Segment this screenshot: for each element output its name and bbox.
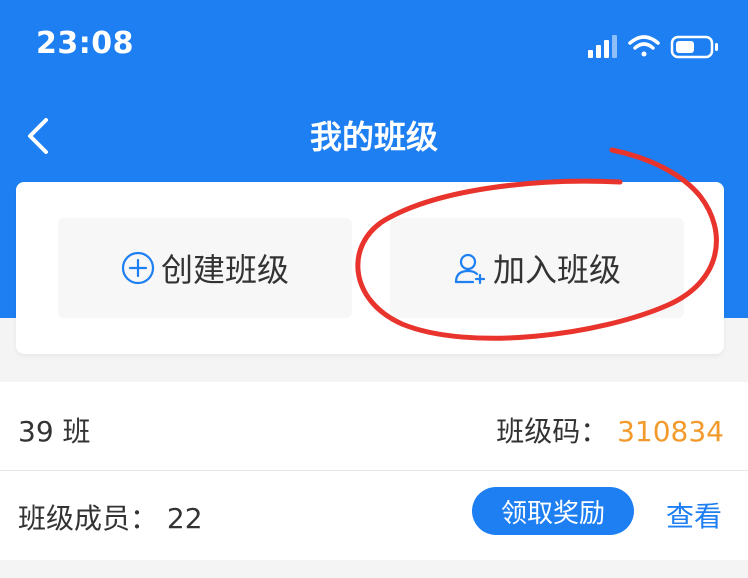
join-class-button[interactable]: 加入班级 (390, 218, 684, 318)
view-members-link[interactable]: 查看 (666, 495, 722, 535)
create-class-label: 创建班级 (160, 251, 289, 289)
status-icons (588, 34, 724, 60)
class-info-row: 39 班 班级码： 310834 (0, 382, 748, 471)
signal-icon (588, 35, 617, 58)
create-class-button[interactable]: 创建班级 (58, 218, 352, 318)
battery-icon (670, 35, 718, 59)
status-time: 23:08 (36, 26, 134, 61)
claim-reward-button[interactable]: 领取奖励 (472, 487, 634, 535)
action-card: 创建班级 加入班级 (16, 182, 724, 354)
page-title: 我的班级 (309, 118, 438, 156)
class-code-label: 班级码： (496, 415, 609, 448)
class-info-card: 39 班 班级码： 310834 班级成员： 22 领取奖励 查看 (0, 382, 748, 560)
class-members-count: 22 (166, 502, 203, 535)
class-code: 班级码： 310834 (496, 410, 724, 450)
class-code-value: 310834 (617, 415, 724, 448)
add-circle-icon (121, 251, 155, 285)
class-name: 39 班 (18, 415, 91, 448)
wifi-icon (628, 35, 660, 57)
class-members-label: 班级成员： (18, 502, 159, 535)
add-user-icon (453, 251, 487, 285)
class-members: 班级成员： 22 (18, 497, 203, 537)
join-class-label: 加入班级 (492, 251, 621, 289)
class-members-row: 班级成员： 22 领取奖励 查看 (0, 471, 748, 559)
